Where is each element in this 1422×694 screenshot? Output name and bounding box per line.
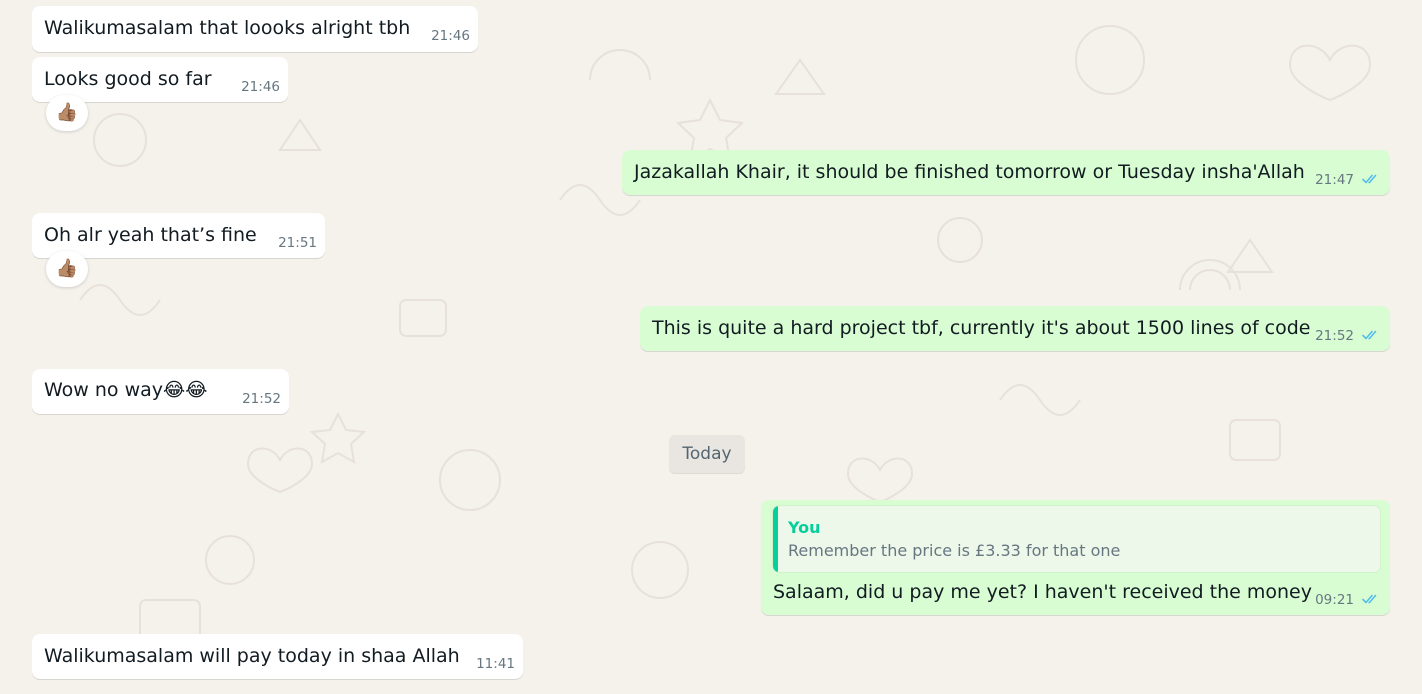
message-timestamp: 21:52 [1315, 328, 1354, 344]
message-text: Walikumasalam will pay today in shaa All… [44, 645, 460, 667]
reaction-thumbs-up[interactable]: 👍🏽 [46, 95, 88, 131]
message-outgoing[interactable]: This is quite a hard project tbf, curren… [640, 306, 1390, 351]
message-text: Wow no way😂😂 [44, 379, 208, 401]
message-outgoing[interactable]: Jazakallah Khair, it should be finished … [622, 150, 1390, 195]
message-timestamp: 11:41 [476, 656, 515, 672]
message-text: Salaam, did u pay me yet? I haven't rece… [773, 581, 1312, 603]
message-timestamp: 21:52 [242, 391, 281, 407]
message-incoming[interactable]: Wow no way😂😂 21:52 [32, 369, 289, 414]
double-check-icon [1362, 174, 1377, 184]
message-incoming[interactable]: Walikumasalam will pay today in shaa All… [32, 634, 523, 679]
message-text: Walikumasalam that loooks alright tbh [44, 17, 411, 39]
date-separator: Today [669, 435, 745, 473]
quoted-message[interactable]: You Remember the price is £3.33 for that… [773, 506, 1380, 572]
thumbs-up-emoji: 👍🏽 [55, 258, 79, 279]
message-timestamp: 21:46 [241, 79, 280, 95]
date-separator-label: Today [682, 444, 732, 464]
message-text: Oh alr yeah that’s fine [44, 224, 257, 246]
message-timestamp: 09:21 [1315, 592, 1354, 608]
message-text: Looks good so far [44, 68, 212, 90]
double-check-icon [1362, 594, 1377, 604]
message-text: This is quite a hard project tbf, curren… [652, 317, 1311, 339]
message-text: Jazakallah Khair, it should be finished … [634, 161, 1305, 183]
quote-accent-bar [773, 506, 778, 572]
message-timestamp: 21:46 [431, 28, 470, 44]
quote-text: Remember the price is £3.33 for that one [788, 541, 1121, 560]
quote-author: You [788, 518, 821, 537]
double-check-icon [1362, 330, 1377, 340]
message-incoming[interactable]: Walikumasalam that loooks alright tbh 21… [32, 6, 478, 52]
thumbs-up-emoji: 👍🏽 [55, 102, 79, 123]
message-timestamp: 21:51 [278, 235, 317, 251]
message-timestamp: 21:47 [1315, 172, 1354, 188]
reaction-thumbs-up[interactable]: 👍🏽 [46, 251, 88, 287]
message-outgoing-reply[interactable]: You Remember the price is £3.33 for that… [761, 500, 1390, 615]
